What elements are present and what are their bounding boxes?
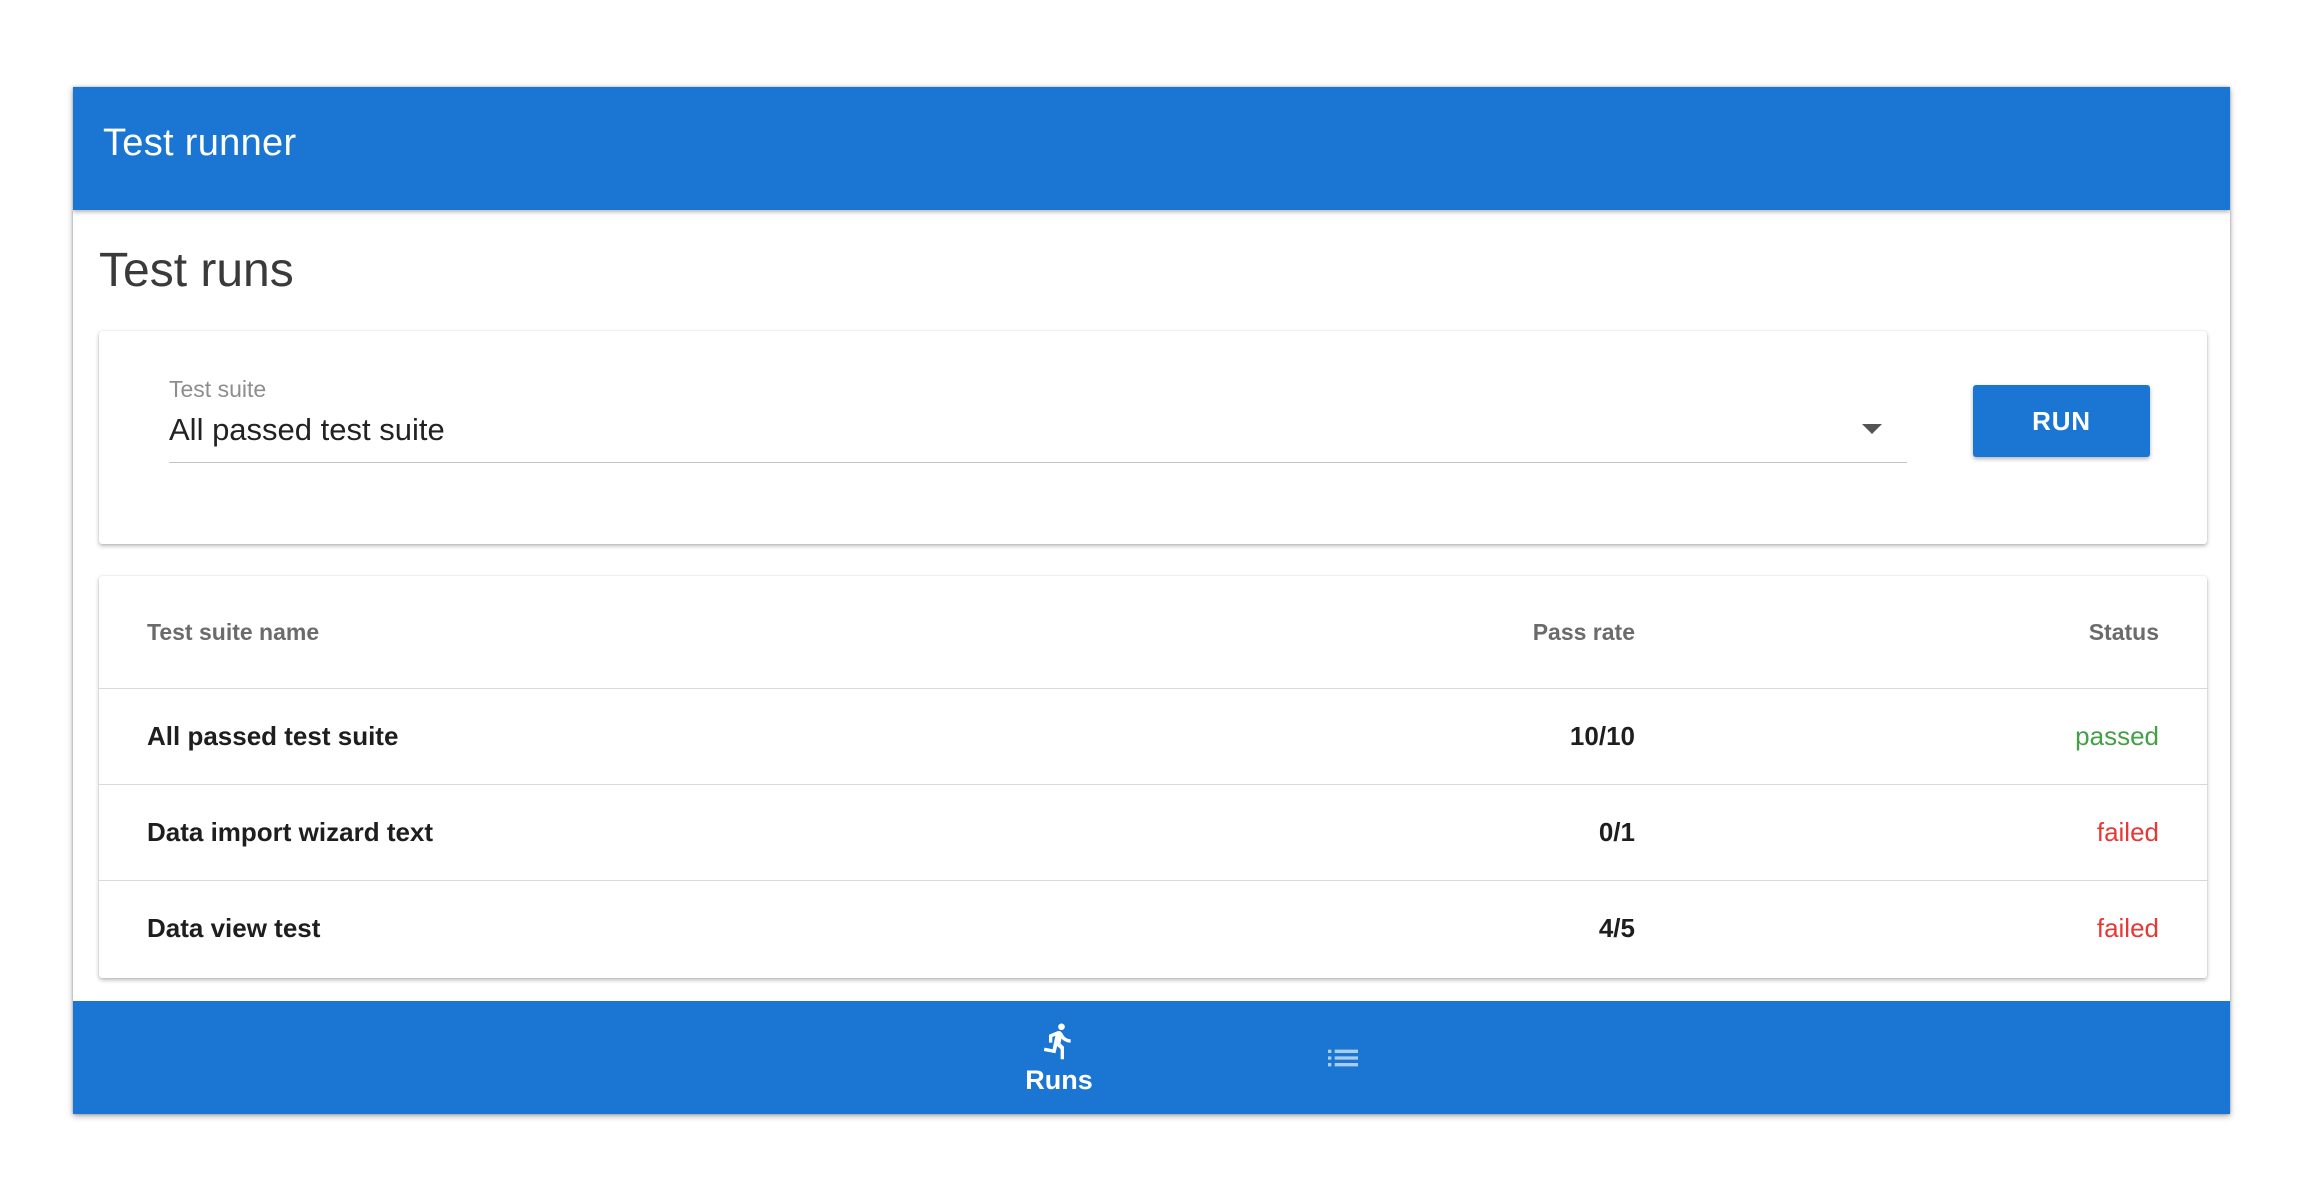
test-suite-select-value: All passed test suite bbox=[169, 412, 445, 447]
row-status: failed bbox=[2096, 817, 2159, 847]
list-icon bbox=[1328, 1049, 1358, 1066]
test-runs-table: Test suite name Pass rate Status All pas… bbox=[99, 576, 2207, 978]
table-header: Test suite name Pass rate Status bbox=[99, 576, 2207, 689]
row-test-suite-name: Data import wizard text bbox=[147, 817, 434, 847]
bottom-navigation: Runs bbox=[73, 1001, 2230, 1114]
row-test-suite-name: Data view test bbox=[147, 913, 321, 943]
nav-item-runs-label: Runs bbox=[1025, 1065, 1093, 1095]
header-status: Status bbox=[2088, 618, 2159, 645]
row-status: passed bbox=[2075, 721, 2159, 751]
row-pass-rate: 10/10 bbox=[1569, 721, 1635, 751]
run-form-card: Test suite All passed test suite RUN bbox=[99, 331, 2207, 544]
test-suite-select[interactable]: Test suite All passed test suite bbox=[169, 376, 1907, 463]
run-button[interactable]: RUN bbox=[1973, 385, 2150, 457]
row-test-suite-name: All passed test suite bbox=[147, 721, 399, 751]
dropdown-arrow-icon[interactable] bbox=[1862, 424, 1882, 434]
row-pass-rate: 4/5 bbox=[1598, 913, 1635, 943]
table-row[interactable]: All passed test suite 10/10 passed bbox=[99, 689, 2207, 785]
app-title: Test runner bbox=[103, 122, 297, 164]
row-status: failed bbox=[2096, 913, 2159, 943]
app-window: Test runner Test runs Test suite All pas… bbox=[73, 87, 2230, 1114]
table-row[interactable]: Data import wizard text 0/1 failed bbox=[99, 785, 2207, 881]
app-bar: Test runner bbox=[73, 87, 2230, 210]
test-suite-select-label: Test suite bbox=[169, 376, 267, 402]
page-title: Test runs bbox=[99, 244, 294, 297]
header-test-suite-name: Test suite name bbox=[147, 618, 320, 645]
nav-item-runs[interactable]: Runs bbox=[989, 1001, 1129, 1114]
header-pass-rate: Pass rate bbox=[1532, 618, 1635, 645]
nav-item-list[interactable] bbox=[1293, 1001, 1393, 1114]
row-pass-rate: 0/1 bbox=[1598, 817, 1635, 847]
table-row[interactable]: Data view test 4/5 failed bbox=[99, 881, 2207, 976]
runner-icon bbox=[1043, 1023, 1071, 1060]
